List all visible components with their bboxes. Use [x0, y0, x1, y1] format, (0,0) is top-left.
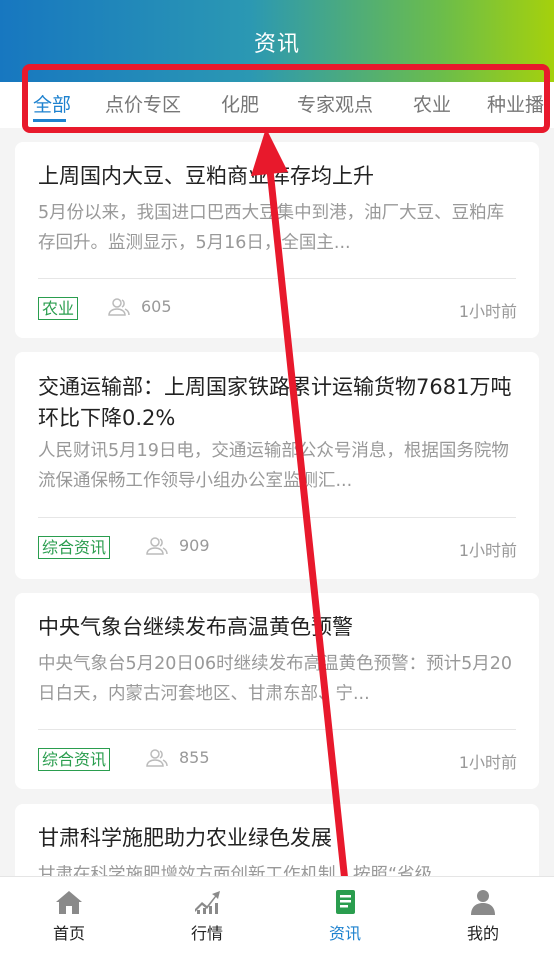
view-count-value: 855: [179, 748, 210, 767]
tab-fertilizer[interactable]: 化肥: [221, 90, 259, 117]
page-title: 资讯: [253, 32, 300, 57]
user-icon: [471, 890, 495, 915]
tab-agriculture[interactable]: 农业: [413, 90, 451, 117]
publish-time: 1小时前: [458, 302, 517, 321]
article-card[interactable]: 交通运输部：上周国家铁路累计运输货物7681万吨 环比下降0.2% 人民财讯5月…: [15, 352, 539, 579]
nav-profile[interactable]: 我的: [414, 877, 552, 957]
card-divider: [38, 278, 516, 279]
view-count: 605: [107, 297, 172, 316]
nav-news[interactable]: 资讯: [276, 877, 414, 957]
article-summary: 中央气象台5月20日06时继续发布高温黄色预警：预计5月20日白天，内蒙古河套地…: [38, 654, 513, 704]
article-title[interactable]: 交通运输部：上周国家铁路累计运输货物7681万吨 环比下降0.2%: [38, 372, 522, 434]
tab-expert-opinion[interactable]: 专家观点: [297, 90, 373, 117]
tab-seed-industry[interactable]: 种业播: [487, 90, 544, 117]
view-count-value: 909: [179, 536, 210, 555]
active-tab-indicator: [33, 119, 66, 122]
home-icon: [56, 891, 82, 914]
article-title[interactable]: 甘肃科学施肥助力农业绿色发展: [38, 823, 522, 854]
view-count: 909: [145, 536, 210, 555]
category-tag: 综合资讯: [38, 536, 111, 559]
publish-time: 1小时前: [458, 541, 517, 560]
readers-icon: [108, 297, 130, 316]
nav-home[interactable]: 首页: [0, 877, 138, 957]
category-tag: 综合资讯: [38, 748, 111, 771]
nav-home-label: 首页: [52, 924, 85, 943]
view-count: 855: [145, 748, 210, 767]
nav-profile-label: 我的: [466, 924, 499, 943]
category-tab-bar: 全部 点价专区 化肥 专家观点 农业 种业播: [0, 82, 554, 128]
article-card[interactable]: 中央气象台继续发布高温黄色预警 中央气象台5月20日06时继续发布高温黄色预警：…: [15, 593, 539, 789]
article-card[interactable]: 上周国内大豆、豆粕商业库存均上升 5月份以来，我国进口巴西大豆集中到港，油厂大豆…: [15, 142, 539, 338]
view-count-value: 605: [141, 297, 172, 316]
card-divider: [38, 517, 516, 518]
readers-icon: [146, 536, 168, 555]
tab-all[interactable]: 全部: [33, 90, 71, 117]
nav-news-label: 资讯: [328, 924, 361, 943]
article-title[interactable]: 中央气象台继续发布高温黄色预警: [38, 612, 522, 643]
article-title[interactable]: 上周国内大豆、豆粕商业库存均上升: [38, 161, 522, 192]
bottom-navigation: 首页 行情 资讯 我的: [0, 876, 554, 957]
article-summary: 人民财讯5月19日电，交通运输部公众号消息，根据国务院物流保通保畅工作领导小组办…: [38, 441, 509, 491]
news-icon: [336, 890, 355, 914]
article-summary: 5月份以来，我国进口巴西大豆集中到港，油厂大豆、豆粕库存回升。监测显示，5月16…: [38, 203, 505, 253]
nav-market-label: 行情: [190, 924, 223, 943]
app-header: 资讯: [0, 0, 554, 82]
nav-market[interactable]: 行情: [138, 877, 276, 957]
card-divider: [38, 729, 516, 730]
category-tag: 农业: [38, 297, 79, 320]
readers-icon: [146, 748, 168, 767]
trend-chart-icon: [195, 891, 220, 914]
tab-price-zone[interactable]: 点价专区: [105, 90, 181, 117]
publish-time: 1小时前: [458, 753, 517, 772]
